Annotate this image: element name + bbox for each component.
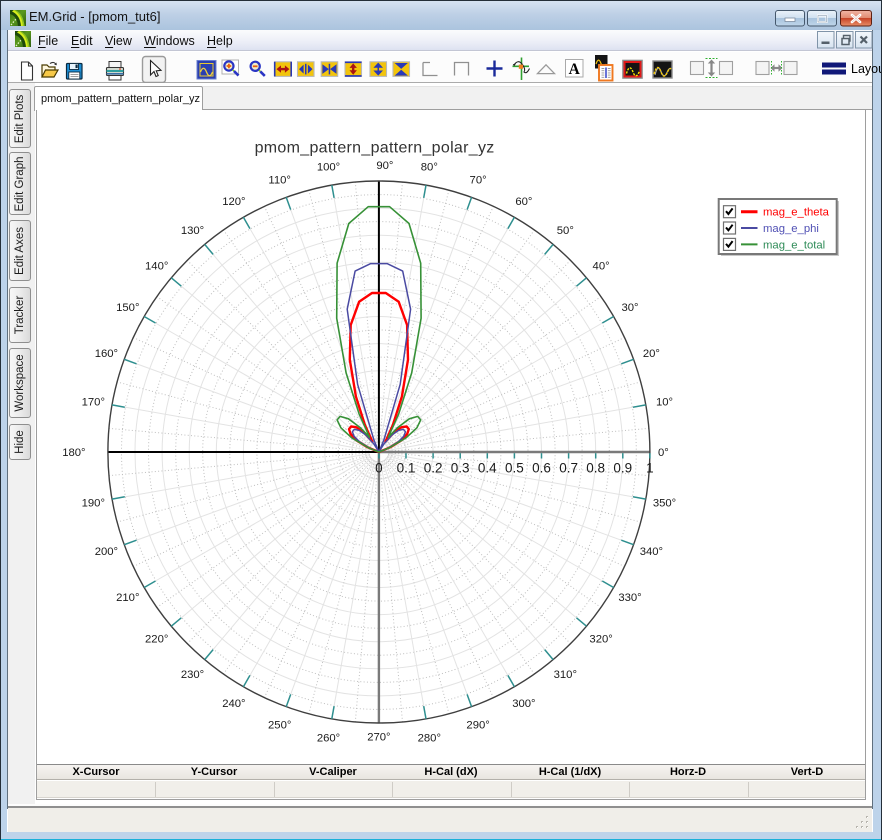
svg-text:1: 1 — [646, 461, 654, 476]
svg-text:110°: 110° — [268, 175, 291, 187]
svg-text:0°: 0° — [658, 447, 669, 459]
svg-text:0.7: 0.7 — [559, 461, 578, 476]
svg-text:340°: 340° — [640, 546, 663, 558]
svg-text:300°: 300° — [512, 698, 535, 710]
svg-text:120°: 120° — [222, 196, 245, 208]
svg-text:0.4: 0.4 — [478, 461, 497, 476]
svg-text:60°: 60° — [515, 196, 532, 208]
svg-text:0: 0 — [375, 461, 383, 476]
svg-text:90°: 90° — [376, 160, 393, 172]
svg-text:210°: 210° — [116, 592, 139, 604]
svg-text:250°: 250° — [268, 720, 291, 732]
svg-text:0.3: 0.3 — [451, 461, 470, 476]
svg-text:0.6: 0.6 — [532, 461, 551, 476]
svg-text:240°: 240° — [222, 698, 245, 710]
svg-text:0.8: 0.8 — [586, 461, 605, 476]
svg-text:140°: 140° — [145, 261, 168, 273]
svg-text:mag_e_theta: mag_e_theta — [763, 207, 830, 219]
svg-text:230°: 230° — [181, 669, 204, 681]
svg-text:0.9: 0.9 — [613, 461, 632, 476]
svg-text:170°: 170° — [82, 397, 105, 409]
svg-text:330°: 330° — [618, 592, 641, 604]
svg-text:0.1: 0.1 — [397, 461, 416, 476]
svg-text:mag_e_total: mag_e_total — [763, 239, 825, 251]
svg-text:40°: 40° — [593, 261, 610, 273]
svg-text:pmom_pattern_pattern_polar_yz: pmom_pattern_pattern_polar_yz — [255, 140, 495, 157]
svg-text:220°: 220° — [145, 633, 168, 645]
svg-text:190°: 190° — [82, 497, 105, 509]
svg-text:mag_e_phi: mag_e_phi — [763, 223, 819, 235]
svg-text:270°: 270° — [367, 732, 390, 744]
svg-text:260°: 260° — [317, 733, 340, 745]
svg-text:20°: 20° — [643, 348, 660, 360]
svg-text:180°: 180° — [62, 447, 85, 459]
svg-text:0.5: 0.5 — [505, 461, 524, 476]
svg-text:150°: 150° — [116, 302, 139, 314]
svg-text:280°: 280° — [418, 733, 441, 745]
svg-text:30°: 30° — [621, 302, 638, 314]
svg-text:130°: 130° — [181, 225, 204, 237]
svg-text:310°: 310° — [554, 669, 577, 681]
svg-text:0.2: 0.2 — [424, 461, 443, 476]
svg-text:100°: 100° — [317, 161, 340, 173]
svg-text:80°: 80° — [421, 161, 438, 173]
svg-text:10°: 10° — [656, 397, 673, 409]
svg-text:A: A — [569, 61, 581, 78]
svg-text:290°: 290° — [466, 720, 489, 732]
svg-text:50°: 50° — [557, 225, 574, 237]
svg-text:350°: 350° — [653, 497, 676, 509]
svg-text:70°: 70° — [470, 175, 487, 187]
svg-text:Layout: Layout — [851, 62, 882, 76]
svg-text:320°: 320° — [589, 633, 612, 645]
svg-text:160°: 160° — [95, 348, 118, 360]
svg-text:200°: 200° — [95, 546, 118, 558]
